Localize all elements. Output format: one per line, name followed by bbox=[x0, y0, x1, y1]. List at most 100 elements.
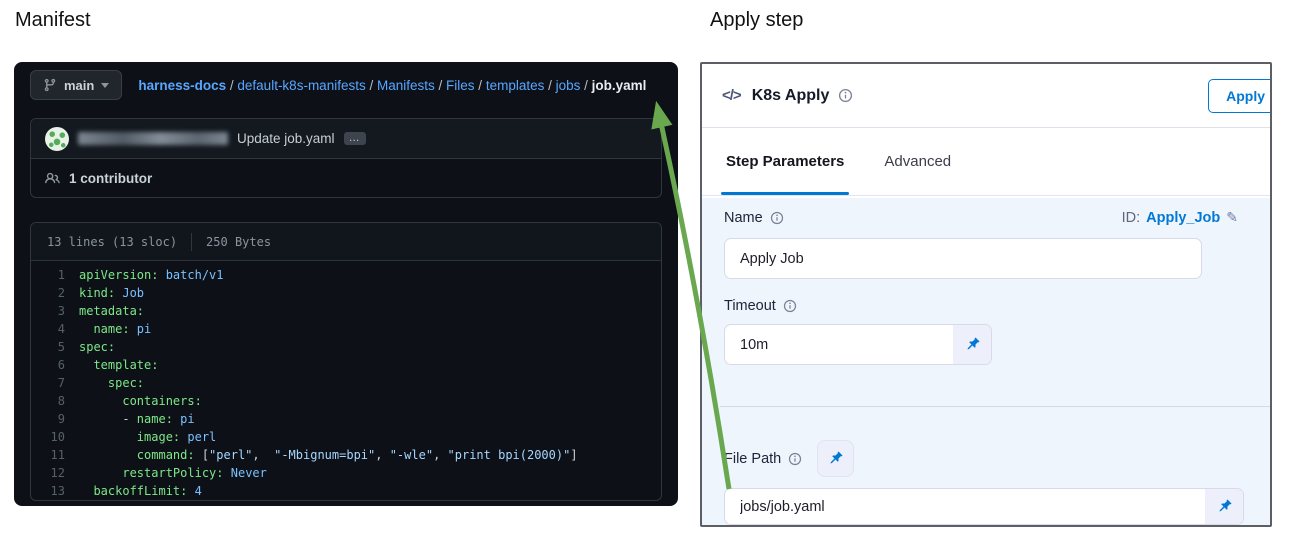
line-number[interactable]: 12 bbox=[31, 464, 79, 482]
code-line: 4 name: pi bbox=[31, 320, 661, 338]
line-number[interactable]: 9 bbox=[31, 410, 79, 428]
timeout-input[interactable] bbox=[725, 325, 953, 364]
info-icon[interactable] bbox=[783, 299, 797, 313]
file-path-input[interactable] bbox=[725, 489, 1205, 524]
code-line: 9 - name: pi bbox=[31, 410, 661, 428]
name-input[interactable] bbox=[724, 238, 1202, 279]
file-path-input-wrap bbox=[724, 488, 1244, 525]
file-path-pin-toggle[interactable] bbox=[1205, 489, 1243, 524]
step-id-link[interactable]: Apply_Job bbox=[1146, 210, 1220, 226]
edit-id-pencil-icon[interactable]: ✎ bbox=[1226, 210, 1238, 226]
line-number[interactable]: 2 bbox=[31, 284, 79, 302]
info-icon[interactable] bbox=[838, 88, 853, 103]
chevron-down-icon bbox=[101, 83, 109, 88]
latest-commit-box: Update job.yaml … 1 contributor bbox=[30, 118, 662, 198]
code-line: 6 template: bbox=[31, 356, 661, 374]
commit-description-toggle[interactable]: … bbox=[344, 132, 366, 145]
code-text: template: bbox=[79, 356, 158, 374]
line-number[interactable]: 3 bbox=[31, 302, 79, 320]
code-line: 13 backoffLimit: 4 bbox=[31, 482, 661, 500]
people-icon bbox=[45, 171, 60, 186]
step-id-wrap: ID: Apply_Job ✎ bbox=[1122, 210, 1238, 226]
code-text: spec: bbox=[79, 374, 144, 392]
code-line: 8 containers: bbox=[31, 392, 661, 410]
file-info-bar: 13 lines (13 sloc) 250 Bytes bbox=[31, 223, 661, 261]
pin-icon bbox=[824, 446, 848, 470]
code-text: command: ["perl", "-Mbignum=bpi", "-wle"… bbox=[79, 446, 578, 464]
commit-author-redacted bbox=[78, 132, 228, 145]
code-lines[interactable]: 1apiVersion: batch/v12kind: Job3metadata… bbox=[31, 261, 661, 501]
breadcrumb-link[interactable]: default-k8s-manifests bbox=[237, 78, 365, 93]
code-text: containers: bbox=[79, 392, 202, 410]
step-parameters-form: Name ID: Apply_Job ✎ Timeout bbox=[702, 198, 1270, 525]
k8s-apply-step-panel: </> K8s Apply Apply Step ParametersAdvan… bbox=[700, 62, 1272, 527]
file-size: 250 Bytes bbox=[206, 235, 271, 249]
apply-step-section-title: Apply step bbox=[710, 9, 803, 32]
line-number[interactable]: 11 bbox=[31, 446, 79, 464]
code-line: 12 restartPolicy: Never bbox=[31, 464, 661, 482]
code-text: kind: Job bbox=[79, 284, 144, 302]
breadcrumb-repo-link[interactable]: harness-docs bbox=[138, 78, 226, 93]
name-field-label: Name bbox=[724, 210, 784, 226]
code-text: name: pi bbox=[79, 320, 151, 338]
breadcrumb-current-file: job.yaml bbox=[592, 78, 647, 93]
apply-button[interactable]: Apply bbox=[1208, 79, 1272, 113]
line-number[interactable]: 4 bbox=[31, 320, 79, 338]
breadcrumb-link[interactable]: Files bbox=[446, 78, 475, 93]
breadcrumb-separator: / bbox=[226, 78, 237, 93]
tab-step-parameters[interactable]: Step Parameters bbox=[726, 128, 844, 195]
commit-row: Update job.yaml … bbox=[31, 119, 661, 159]
pin-icon bbox=[960, 332, 984, 356]
timeout-runtime-pin-toggle[interactable] bbox=[953, 325, 991, 364]
git-branch-icon bbox=[43, 78, 57, 92]
avatar[interactable] bbox=[45, 127, 69, 151]
contributors-label: 1 contributor bbox=[69, 171, 152, 186]
line-number[interactable]: 10 bbox=[31, 428, 79, 446]
code-step-icon: </> bbox=[722, 87, 741, 104]
breadcrumb-link[interactable]: templates bbox=[486, 78, 545, 93]
info-icon[interactable] bbox=[770, 211, 784, 225]
breadcrumb-separator: / bbox=[580, 78, 591, 93]
code-line: 1apiVersion: batch/v1 bbox=[31, 266, 661, 284]
github-file-panel: main harness-docs / default-k8s-manifest… bbox=[14, 62, 678, 506]
line-number[interactable]: 8 bbox=[31, 392, 79, 410]
tabs: Step Parameters Advanced bbox=[702, 128, 1270, 196]
id-label: ID: bbox=[1122, 210, 1141, 226]
tab-advanced[interactable]: Advanced bbox=[884, 128, 951, 195]
code-line: 11 command: ["perl", "-Mbignum=bpi", "-w… bbox=[31, 446, 661, 464]
code-line: 2kind: Job bbox=[31, 284, 661, 302]
breadcrumb: harness-docs / default-k8s-manifests / M… bbox=[138, 78, 646, 93]
code-text: metadata: bbox=[79, 302, 144, 320]
timeout-label-text: Timeout bbox=[724, 298, 776, 314]
line-number[interactable]: 6 bbox=[31, 356, 79, 374]
code-line: 7 spec: bbox=[31, 374, 661, 392]
file-path-runtime-pin-button[interactable] bbox=[817, 440, 854, 477]
breadcrumb-separator: / bbox=[475, 78, 486, 93]
section-divider bbox=[720, 406, 1270, 407]
code-text: - name: pi bbox=[79, 410, 195, 428]
contributors-row[interactable]: 1 contributor bbox=[31, 159, 661, 198]
breadcrumb-separator: / bbox=[435, 78, 446, 93]
line-number[interactable]: 1 bbox=[31, 266, 79, 284]
file-info-divider bbox=[191, 233, 192, 251]
branch-selector-button[interactable]: main bbox=[30, 70, 122, 100]
line-number[interactable]: 13 bbox=[31, 482, 79, 500]
info-icon[interactable] bbox=[788, 452, 802, 466]
line-number[interactable]: 7 bbox=[31, 374, 79, 392]
timeout-field-label: Timeout bbox=[724, 298, 797, 314]
code-line: 5spec: bbox=[31, 338, 661, 356]
code-text: restartPolicy: Never bbox=[79, 464, 267, 482]
file-line-count: 13 lines (13 sloc) bbox=[47, 235, 177, 249]
github-topbar: main harness-docs / default-k8s-manifest… bbox=[14, 62, 678, 108]
breadcrumb-link[interactable]: jobs bbox=[556, 78, 581, 93]
breadcrumb-separator: / bbox=[544, 78, 555, 93]
code-line: 10 image: perl bbox=[31, 428, 661, 446]
name-label-text: Name bbox=[724, 210, 763, 226]
page: Manifest Apply step main harness-docs / … bbox=[0, 0, 1295, 544]
file-content-box: 13 lines (13 sloc) 250 Bytes 1apiVersion… bbox=[30, 222, 662, 501]
code-text: image: perl bbox=[79, 428, 216, 446]
line-number[interactable]: 5 bbox=[31, 338, 79, 356]
breadcrumb-link[interactable]: Manifests bbox=[377, 78, 435, 93]
commit-message-link[interactable]: Update job.yaml bbox=[237, 131, 335, 146]
breadcrumb-separator: / bbox=[366, 78, 377, 93]
